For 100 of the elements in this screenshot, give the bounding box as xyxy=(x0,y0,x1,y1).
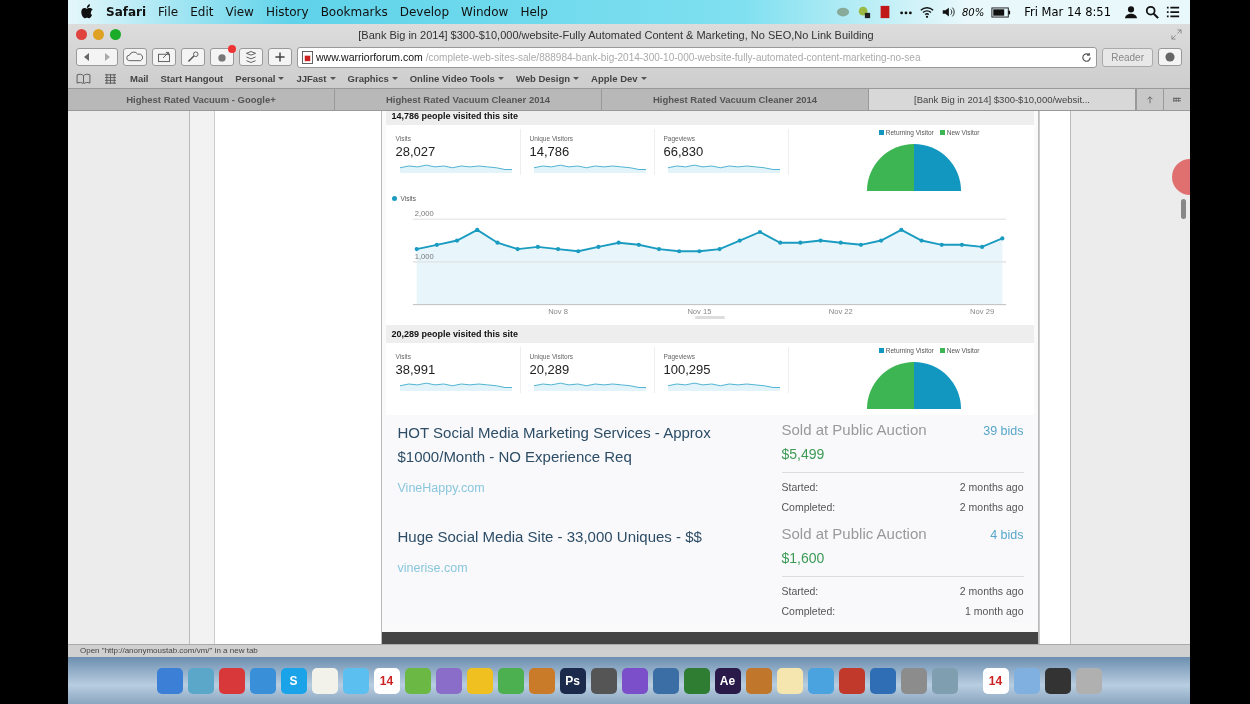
new-tab-button[interactable] xyxy=(1136,89,1163,110)
metric-value: 28,027 xyxy=(395,144,437,159)
menu-item[interactable]: Safari xyxy=(106,5,147,19)
wifi-icon[interactable] xyxy=(919,5,934,19)
share-button[interactable] xyxy=(152,48,176,66)
dock-app-icon[interactable]: Ps xyxy=(559,667,586,694)
book-icon[interactable] xyxy=(76,73,91,84)
data-point xyxy=(414,247,419,252)
metric-value: 38,991 xyxy=(395,362,437,377)
axis-tick-label: Nov 22 xyxy=(828,307,853,316)
date-label: Completed: xyxy=(781,605,836,617)
reload-icon[interactable] xyxy=(1081,51,1093,63)
dock-app-icon[interactable] xyxy=(838,667,865,694)
date-value: 1 month ago xyxy=(965,605,1024,617)
data-point xyxy=(616,240,621,245)
metric-value: 100,295 xyxy=(663,362,712,377)
sale-type: Sold at Public Auction xyxy=(781,421,927,438)
panel-heading: 20,289 people visited this site xyxy=(385,325,1034,343)
data-point xyxy=(535,244,540,250)
data-point xyxy=(656,247,662,252)
browser-tab[interactable]: Highest Rated Vacuum Cleaner 2014 xyxy=(335,89,602,110)
sale-price: $1,600 xyxy=(781,550,826,566)
dock-app-icon[interactable]: Ae xyxy=(714,667,741,694)
date-label: Started: xyxy=(781,585,819,597)
menu-item[interactable]: Help xyxy=(520,5,548,19)
close-button[interactable] xyxy=(76,29,87,40)
data-point xyxy=(919,238,924,243)
data-point xyxy=(455,238,460,243)
minimize-button[interactable] xyxy=(93,29,104,40)
list-icon[interactable] xyxy=(1166,5,1180,19)
data-point xyxy=(980,244,985,250)
data-point xyxy=(515,247,520,252)
layers-button[interactable] xyxy=(239,48,263,66)
tab-overview-button[interactable] xyxy=(1163,89,1190,110)
data-point xyxy=(858,242,864,247)
menu-clock[interactable]: Fri Mar 14 8:51 xyxy=(1024,5,1111,19)
key-button[interactable] xyxy=(181,48,205,66)
axis-tick-label: 2,000 xyxy=(414,209,434,219)
panel-heading: 14,786 people visited this site xyxy=(385,111,1034,125)
battery-icon[interactable] xyxy=(991,6,1012,18)
dock-app-icon[interactable] xyxy=(1044,667,1071,694)
download-button[interactable] xyxy=(1158,48,1182,66)
bookmark-item[interactable]: Graphics xyxy=(347,73,398,84)
data-point xyxy=(778,240,783,245)
address-field[interactable]: www.warriorforum.com /complete-web-sites-sale/888984-bank-big-2014-300-10-000-website-fully-automated-content-marketing-no-sea xyxy=(297,46,1098,68)
date-label: Completed: xyxy=(781,501,836,513)
cloud-button[interactable] xyxy=(123,48,147,66)
battery-percentage: 80% xyxy=(961,6,985,18)
bookmark-item[interactable]: Web Design xyxy=(515,73,580,84)
zoom-button[interactable] xyxy=(110,29,121,40)
dock-app-icon[interactable] xyxy=(590,667,617,694)
data-point xyxy=(576,249,581,254)
dock-app-icon[interactable]: 14 xyxy=(373,667,400,694)
menu-item[interactable]: File xyxy=(158,5,179,19)
data-point xyxy=(899,227,904,232)
axis-tick-label: Nov 29 xyxy=(970,307,995,316)
favicon-icon xyxy=(302,50,313,64)
bookmark-item[interactable]: Online Video Tools xyxy=(409,73,504,84)
menu-item[interactable]: Develop xyxy=(399,5,450,19)
menu-item[interactable]: History xyxy=(265,5,309,19)
bookmark-item[interactable]: Mail xyxy=(130,73,149,84)
legend-dot xyxy=(391,196,397,201)
apple-logo-icon[interactable] xyxy=(80,4,94,20)
axis-tick-label: Nov 8 xyxy=(548,307,568,316)
browser-tab[interactable]: Highest Rated Vacuum - Google+ xyxy=(68,89,335,110)
menu-item[interactable]: Bookmarks xyxy=(320,5,388,19)
search-icon[interactable] xyxy=(1145,5,1159,19)
listing-title[interactable]: Huge Social Media Site - 33,000 Uniques - $$ xyxy=(397,525,742,549)
extension-button[interactable] xyxy=(210,48,234,66)
data-point xyxy=(555,247,561,252)
grid-icon xyxy=(1172,95,1182,104)
data-point xyxy=(879,238,884,243)
data-point xyxy=(596,244,601,250)
scrollbar[interactable] xyxy=(1181,199,1186,219)
bookmark-item[interactable]: JJFast xyxy=(296,73,336,84)
menu-item[interactable]: Window xyxy=(461,5,509,19)
scroll-knob[interactable] xyxy=(1172,159,1190,195)
add-button[interactable] xyxy=(268,48,292,66)
menu-item[interactable]: View xyxy=(225,5,254,19)
bookmark-item[interactable]: Apple Dev xyxy=(591,73,647,84)
speaker-icon[interactable] xyxy=(940,5,955,19)
fullscreen-icon[interactable] xyxy=(1171,29,1182,40)
dock-app-icon[interactable]: 14 xyxy=(982,667,1009,694)
notification-dot xyxy=(228,45,236,53)
metric-value: 14,786 xyxy=(529,144,571,159)
data-point xyxy=(717,247,722,252)
date-value: 2 months ago xyxy=(959,585,1024,597)
sale-price: $5,499 xyxy=(781,446,826,462)
menu-item[interactable]: Edit xyxy=(190,5,214,19)
bookmark-item[interactable]: Personal xyxy=(235,73,285,84)
grid-icon[interactable] xyxy=(103,73,118,84)
range-handle[interactable] xyxy=(694,316,725,319)
browser-tab[interactable]: [Bank Big in 2014] $300-$10,000/websit... xyxy=(869,89,1136,110)
listing-title[interactable]: HOT Social Media Marketing Services - Approx $1000/Month - NO Experience Req xyxy=(397,421,742,469)
date-value: 2 months ago xyxy=(959,481,1024,493)
axis-tick-label: Nov 15 xyxy=(687,307,712,316)
date-label: Started: xyxy=(781,481,819,493)
bookmark-item[interactable]: Start Hangout xyxy=(160,73,224,84)
dock-app-icon[interactable] xyxy=(621,667,648,694)
user-icon[interactable] xyxy=(1124,5,1138,19)
